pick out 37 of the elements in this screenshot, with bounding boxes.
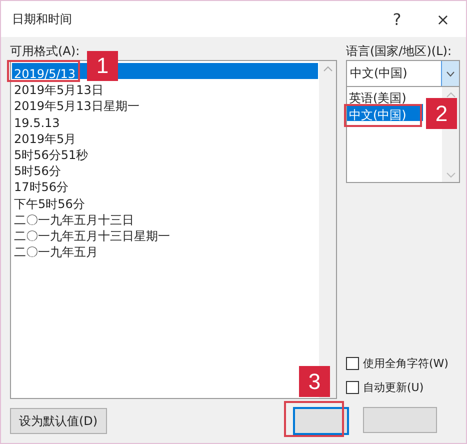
scroll-up-icon[interactable] <box>446 92 456 98</box>
format-item[interactable]: 5时56分51秒 <box>12 146 88 164</box>
ok-button[interactable] <box>293 407 349 435</box>
language-option[interactable]: 中文(中国) <box>347 107 406 124</box>
chevron-down-icon <box>446 70 455 76</box>
dropdown-button[interactable] <box>441 61 459 86</box>
format-item[interactable]: 2019年5月13日 <box>12 82 104 98</box>
help-button[interactable]: ? <box>374 1 420 37</box>
checkbox-label: 自动更新(U) <box>363 380 424 394</box>
format-item[interactable]: 2019/5/13 <box>12 66 76 82</box>
language-option[interactable]: 英语(美国) <box>347 90 406 107</box>
step-badge: 1 <box>87 51 118 81</box>
format-item[interactable]: 19.5.13 <box>12 114 60 131</box>
checkbox[interactable] <box>346 380 359 394</box>
highlight-frame <box>284 401 344 437</box>
checkbox-label: 使用全角字符(W) <box>363 356 448 370</box>
set-default-button[interactable]: 设为默认值(D) <box>10 408 107 434</box>
format-item[interactable]: 下午5时56分 <box>12 196 85 212</box>
window-title: 日期和时间 <box>12 10 73 28</box>
format-item[interactable]: 17时56分 <box>12 179 69 196</box>
format-item[interactable]: 5时56分 <box>12 163 61 180</box>
step-badge: 3 <box>299 366 330 397</box>
scroll-down-icon[interactable] <box>446 172 456 178</box>
format-item[interactable]: 二〇一九年五月 <box>12 244 98 260</box>
language-label: 语言(国家/地区)(L): <box>346 43 452 60</box>
close-button[interactable]: × <box>420 1 466 37</box>
step-badge: 2 <box>426 98 457 129</box>
scroll-up-icon[interactable] <box>322 66 332 72</box>
format-item[interactable]: 2019年5月 <box>12 130 76 147</box>
format-item[interactable]: 二〇一九年五月十三日星期一 <box>12 228 170 244</box>
scrollbar[interactable] <box>319 61 336 398</box>
formats-label: 可用格式(A): <box>10 43 81 60</box>
checkbox[interactable] <box>346 356 359 370</box>
format-item[interactable]: 二〇一九年五月十三日 <box>12 212 134 228</box>
format-item[interactable]: 2019年5月13日星期一 <box>12 98 140 115</box>
language-dropdown[interactable]: 中文(中国) <box>346 60 460 87</box>
cancel-button[interactable] <box>363 407 437 433</box>
